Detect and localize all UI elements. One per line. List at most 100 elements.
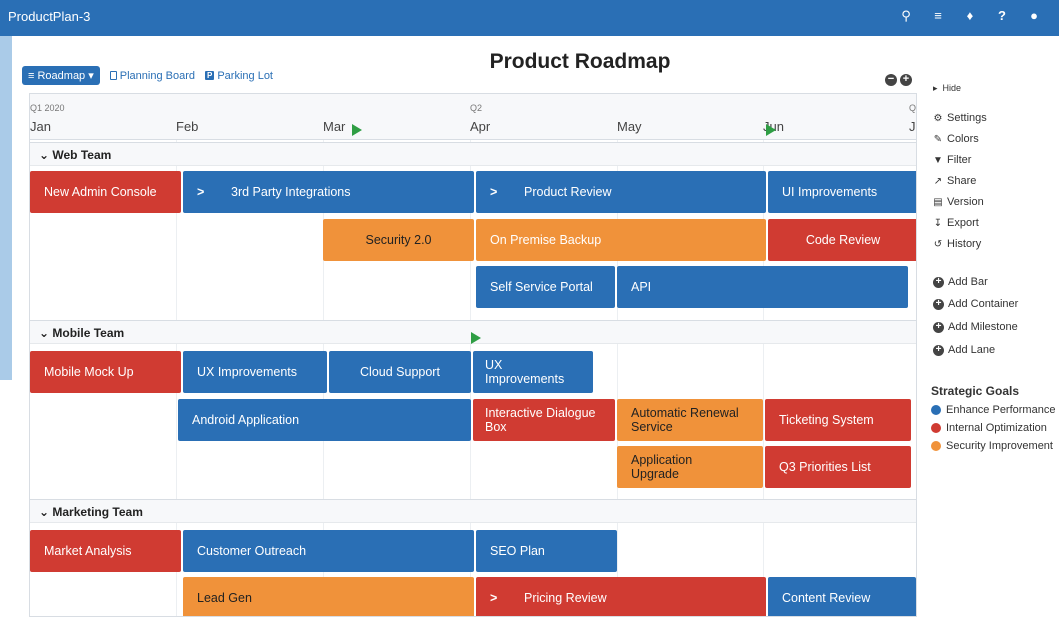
bell-icon[interactable]: ♦ — [963, 8, 977, 24]
roadmap-bar[interactable]: UX Improvements — [183, 351, 327, 393]
roadmap-bar[interactable]: >3rd Party Integrations — [183, 171, 474, 213]
roadmap-bar[interactable]: Q3 Priorities List — [765, 446, 911, 488]
share-menu-item[interactable]: ↗ Share — [933, 175, 977, 187]
hide-label: Hide — [942, 83, 962, 93]
roadmap-bar[interactable]: API — [617, 266, 908, 308]
month-label: May — [617, 119, 642, 134]
user-icon[interactable]: ● — [1027, 8, 1041, 24]
roadmap-bar[interactable]: > Product Review — [476, 171, 766, 213]
menu-label: Version — [947, 196, 984, 208]
bar-label: Application Upgrade — [631, 453, 693, 481]
parking-lot-label: Parking Lot — [217, 69, 273, 82]
roadmap-bar[interactable]: Market Analysis — [30, 530, 181, 572]
filter-lines-icon[interactable]: ≡ — [931, 8, 945, 24]
bar-label: Automatic Renewal Service — [631, 406, 739, 434]
history-icon: ↺ — [933, 238, 943, 250]
colors-menu-item[interactable]: ✎ Colors — [933, 133, 979, 145]
planning-board-label: Planning Board — [119, 69, 195, 82]
quarter-label: Q1 2020 — [30, 103, 65, 113]
strategic-goals-title: Strategic Goals — [931, 384, 1020, 398]
milestone-marker[interactable] — [352, 124, 362, 136]
roadmap-bar[interactable]: Automatic Renewal Service — [617, 399, 763, 441]
roadmap-bar[interactable]: > Pricing Review — [476, 577, 766, 616]
hide-toggle[interactable]: ▸ Hide — [933, 83, 961, 94]
milestone-marker[interactable] — [766, 124, 776, 136]
quarter-label: Q — [909, 103, 917, 113]
menu-label: Colors — [947, 133, 979, 145]
lane-header-web-team[interactable]: ⌄ Web Team — [30, 142, 916, 166]
roadmap-bar[interactable]: SEO Plan — [476, 530, 617, 572]
filter-menu-item[interactable]: ▼ Filter — [933, 154, 971, 166]
add-label: Add Bar — [948, 276, 988, 288]
parking-icon: P — [205, 71, 215, 80]
bar-label: Q3 Priorities List — [779, 460, 871, 474]
bar-label: Ticketing System — [779, 413, 874, 427]
bar-label: API — [631, 280, 652, 294]
bar-label: Content Review — [782, 591, 871, 605]
zoom-in-icon[interactable]: + — [900, 74, 912, 86]
bar-label: UX Improvements — [485, 358, 565, 386]
lane-title: Web Team — [52, 148, 112, 162]
chevron-right-icon: > — [490, 591, 498, 605]
chevron-right-icon: > — [197, 185, 205, 199]
roadmap-bar[interactable]: Cloud Support — [329, 351, 471, 393]
roadmap-bar[interactable]: New Admin Console — [30, 171, 181, 213]
goal-label: Security Improvement — [946, 440, 1053, 452]
month-label: Apr — [470, 119, 491, 134]
add-bar-button[interactable]: + Add Bar — [933, 276, 988, 288]
zoom-controls: − + — [885, 74, 912, 86]
roadmap-bar[interactable]: Android Application — [178, 399, 471, 441]
menu-label: Export — [947, 217, 979, 229]
help-icon[interactable]: ? — [995, 8, 1009, 24]
roadmap-bar[interactable]: Ticketing System — [765, 399, 911, 441]
bar-label: Lead Gen — [197, 591, 252, 605]
history-menu-item[interactable]: ↺ History — [933, 238, 981, 250]
titlebar-icons: ⚲ ≡ ♦ ? ● — [899, 8, 1041, 24]
roadmap-bar[interactable]: Customer Outreach — [183, 530, 474, 572]
add-label: Add Lane — [948, 344, 996, 356]
bar-label: Cloud Support — [360, 365, 440, 379]
quarter-label: Q2 — [470, 103, 483, 113]
background-strip-lower — [0, 380, 12, 617]
roadmap-bar[interactable]: Application Upgrade — [617, 446, 763, 488]
roadmap-bar[interactable]: Security 2.0 — [323, 219, 474, 261]
planning-board-link[interactable]: Planning Board — [109, 69, 195, 82]
roadmap-bar[interactable]: On Premise Backup — [476, 219, 766, 261]
export-menu-item[interactable]: ↧ Export — [933, 217, 979, 229]
roadmap-bar[interactable]: Content Review — [768, 577, 916, 616]
roadmap-bar[interactable]: Interactive Dialogue Box — [473, 399, 615, 441]
titlebar: ProductPlan-3 ⚲ ≡ ♦ ? ● — [0, 0, 1059, 36]
lane-header-marketing-team[interactable]: ⌄ Marketing Team — [30, 499, 916, 523]
roadmap-label: Roadmap — [37, 70, 86, 82]
roadmap-bar[interactable]: Mobile Mock Up — [30, 351, 181, 393]
lane-title: Mobile Team — [52, 326, 125, 340]
version-menu-item[interactable]: ▤ Version — [933, 196, 984, 208]
timeline-header: Q1 2020 Q2 Q Jan Feb Mar Apr May Jun J — [30, 94, 917, 140]
menu-label: Filter — [947, 154, 972, 166]
board-icon — [109, 71, 117, 80]
parking-lot-link[interactable]: P Parking Lot — [205, 70, 273, 82]
roadmap-bar[interactable]: Code Review — [768, 219, 916, 261]
plus-icon: + — [933, 298, 944, 310]
plus-icon: + — [933, 276, 944, 288]
add-lane-button[interactable]: + Add Lane — [933, 344, 995, 356]
share-icon: ↗ — [933, 175, 943, 187]
milestone-marker[interactable] — [471, 332, 481, 344]
roadmap-view-button[interactable]: ≡ Roadmap ▾ — [22, 66, 100, 85]
roadmap-bar[interactable]: Lead Gen — [183, 577, 474, 616]
bar-label: SEO Plan — [490, 544, 545, 558]
roadmap-bar[interactable]: Self Service Portal — [476, 266, 615, 308]
roadmap-bar[interactable]: UI Improvements — [768, 171, 916, 213]
add-milestone-button[interactable]: + Add Milestone — [933, 321, 1018, 333]
settings-menu-item[interactable]: ⚙ Settings — [933, 112, 987, 124]
roadmap-bar[interactable]: UX Improvements — [473, 351, 593, 393]
archive-icon: ▤ — [933, 196, 943, 208]
month-label: Feb — [176, 119, 199, 134]
add-container-button[interactable]: + Add Container — [933, 298, 1018, 310]
add-label: Add Milestone — [948, 321, 1018, 333]
search-icon[interactable]: ⚲ — [899, 8, 913, 24]
bar-label: Code Review — [805, 233, 881, 247]
plus-icon: + — [933, 321, 944, 333]
app-title: ProductPlan-3 — [8, 9, 91, 24]
zoom-out-icon[interactable]: − — [885, 74, 897, 86]
